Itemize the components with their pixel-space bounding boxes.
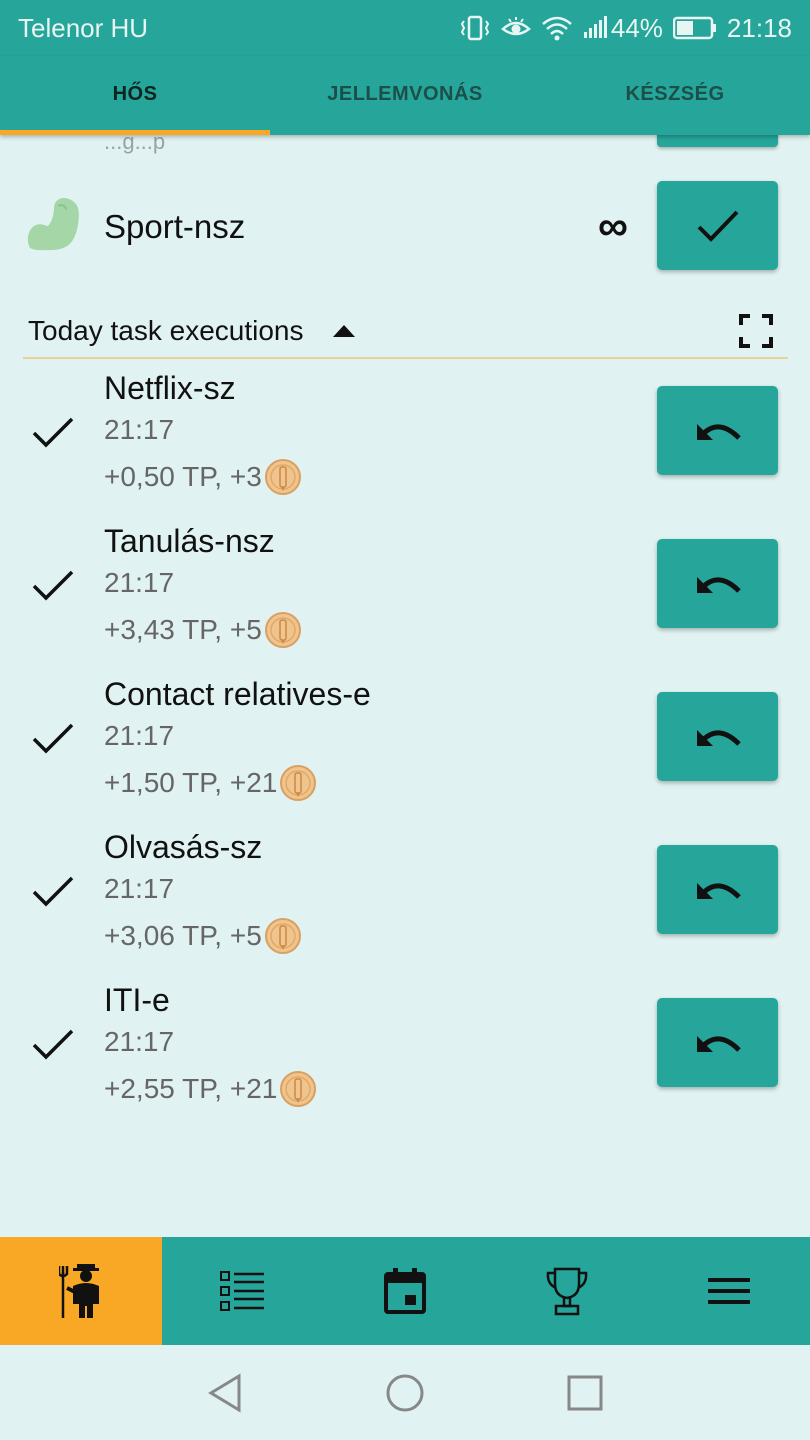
muscle-arm-icon	[27, 198, 79, 251]
carrier-name: Telenor HU	[18, 12, 149, 43]
execution-row: Netflix-sz 21:17 +0,50 TP, +3	[0, 368, 810, 521]
tab-label: HŐS	[112, 83, 158, 105]
status-bar: Telenor HU 44% 21:18	[0, 0, 810, 56]
undo-button[interactable]	[657, 539, 778, 628]
section-header[interactable]: Today task executions	[23, 309, 788, 359]
eye-icon	[500, 17, 531, 36]
undo-button[interactable]	[657, 386, 778, 475]
vibrate-icon	[460, 15, 490, 41]
execution-reward: +3,43 TP, +5	[104, 611, 302, 649]
check-icon	[697, 210, 738, 242]
collapse-arrow-icon[interactable]	[331, 323, 357, 339]
nav-menu[interactable]	[648, 1237, 810, 1345]
undo-button[interactable]	[657, 845, 778, 934]
reward-text: +3,43 TP, +5	[104, 614, 262, 645]
signal-icon	[583, 16, 607, 38]
execution-reward: +0,50 TP, +3	[104, 458, 302, 496]
check-icon	[32, 723, 74, 754]
reward-text: +1,50 TP, +21	[104, 767, 278, 798]
undo-button[interactable]	[657, 998, 778, 1087]
fullscreen-icon[interactable]	[738, 313, 774, 349]
status-icons: 44% 21:18	[459, 13, 792, 44]
nav-hero[interactable]	[0, 1237, 162, 1345]
battery-percent: 44%	[610, 12, 663, 43]
hero-farmer-icon	[59, 1264, 99, 1318]
home-circle-icon	[386, 1374, 424, 1411]
execution-reward: +3,06 TP, +5	[104, 917, 302, 955]
section-title: Today task executions	[28, 315, 304, 346]
undo-icon	[696, 882, 741, 899]
habit-name: Sport-nsz	[104, 208, 246, 245]
execution-name: Tanulás-nsz	[104, 523, 275, 559]
trophy-icon	[546, 1267, 588, 1316]
gold-coin-icon	[264, 612, 301, 648]
tab-keszseg[interactable]: KÉSZSÉG	[540, 56, 810, 135]
check-icon	[32, 1029, 74, 1060]
execution-row: ITI-e 21:17 +2,55 TP, +21	[0, 980, 810, 1133]
home-button[interactable]	[315, 1373, 495, 1413]
calendar-icon	[384, 1268, 426, 1314]
complete-habit-button[interactable]	[657, 181, 778, 270]
gold-coin-icon	[280, 1071, 317, 1107]
execution-reward: +2,55 TP, +21	[104, 1070, 317, 1108]
back-button[interactable]	[135, 1372, 315, 1413]
execution-name: Contact relatives-e	[104, 676, 371, 712]
gold-coin-icon	[264, 459, 301, 495]
recents-button[interactable]	[495, 1375, 675, 1411]
undo-icon	[696, 1035, 741, 1052]
system-navigation	[0, 1345, 810, 1440]
tab-label: JELLEMVONÁS	[327, 83, 483, 105]
reward-text: +3,06 TP, +5	[104, 920, 262, 951]
execution-name: Olvasás-sz	[104, 829, 263, 865]
wifi-icon	[542, 16, 572, 41]
clock: 21:18	[726, 12, 792, 43]
main-content[interactable]: ...g...p Sport-nsz ∞ Today task executio…	[0, 135, 810, 1237]
execution-row: Contact relatives-e 21:17 +1,50 TP, +21	[0, 674, 810, 827]
gold-coin-icon	[280, 765, 317, 801]
tab-jellemvonas[interactable]: JELLEMVONÁS	[270, 56, 540, 135]
check-icon	[32, 876, 74, 907]
reward-text: +0,50 TP, +3	[104, 461, 262, 492]
back-triangle-icon	[208, 1372, 241, 1413]
nav-tasks[interactable]	[162, 1237, 324, 1345]
execution-time: 21:17	[104, 414, 175, 445]
tab-label: KÉSZSÉG	[625, 83, 725, 105]
bottom-navigation	[0, 1237, 810, 1345]
check-icon	[32, 417, 74, 448]
tab-hos[interactable]: HŐS	[0, 56, 270, 135]
cutoff-habit-text: ...g...p	[104, 135, 166, 154]
undo-icon	[696, 423, 741, 440]
battery-icon	[672, 16, 716, 40]
execution-time: 21:17	[104, 567, 175, 598]
execution-time: 21:17	[104, 720, 175, 751]
execution-time: 21:17	[104, 873, 175, 904]
undo-icon	[696, 576, 741, 593]
execution-row: Tanulás-nsz 21:17 +3,43 TP, +5	[0, 521, 810, 674]
habit-row: Sport-nsz ∞	[0, 180, 810, 272]
nav-calendar[interactable]	[324, 1237, 486, 1345]
undo-button[interactable]	[657, 692, 778, 781]
nav-achievements[interactable]	[486, 1237, 648, 1345]
reward-text: +2,55 TP, +21	[104, 1073, 278, 1104]
infinity-icon: ∞	[598, 202, 628, 249]
tab-bar: HŐS JELLEMVONÁS KÉSZSÉG	[0, 56, 810, 135]
execution-name: Netflix-sz	[104, 370, 236, 406]
task-list-icon	[220, 1271, 264, 1311]
execution-reward: +1,50 TP, +21	[104, 764, 317, 802]
menu-icon	[708, 1278, 750, 1304]
check-icon	[32, 570, 74, 601]
undo-icon	[696, 729, 741, 746]
cutoff-habit-button[interactable]	[657, 135, 778, 147]
execution-time: 21:17	[104, 1026, 175, 1057]
execution-row: Olvasás-sz 21:17 +3,06 TP, +5	[0, 827, 810, 980]
execution-name: ITI-e	[104, 982, 170, 1018]
gold-coin-icon	[264, 918, 301, 954]
recents-square-icon	[567, 1375, 603, 1410]
